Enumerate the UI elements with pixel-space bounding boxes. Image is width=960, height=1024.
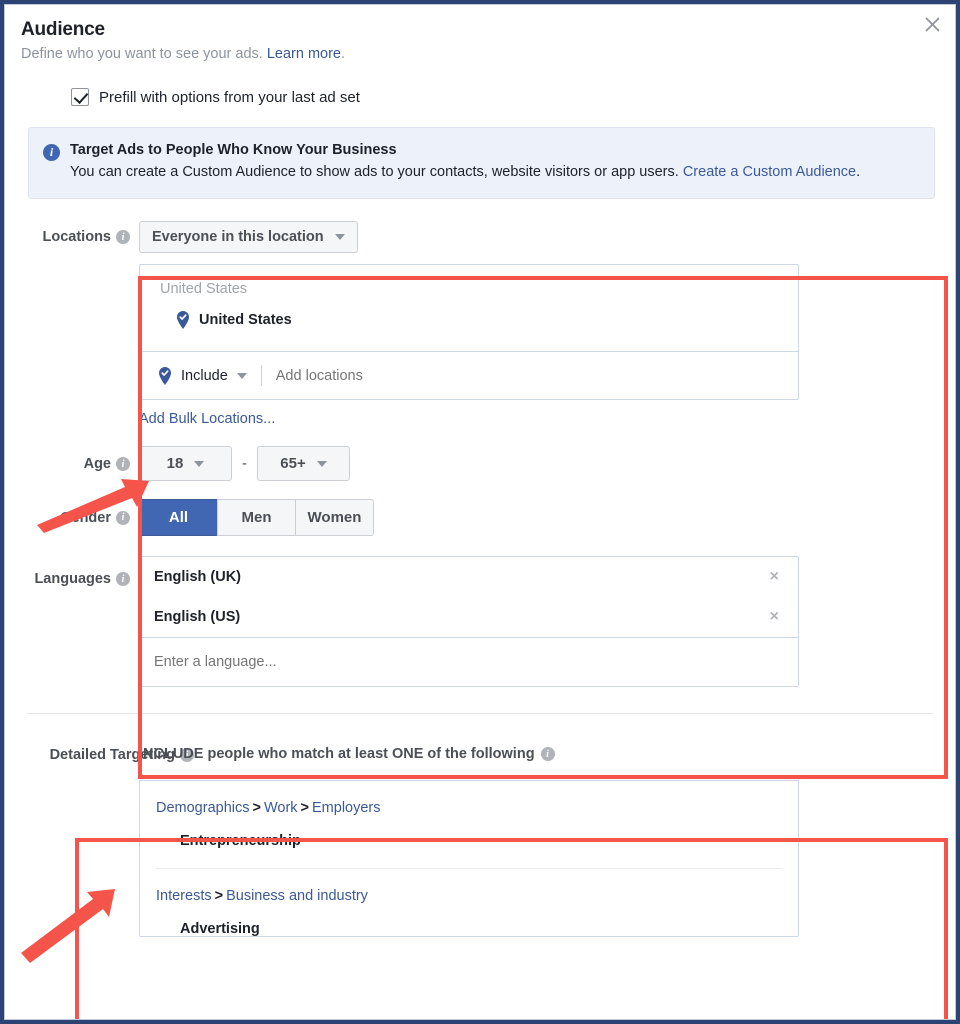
- languages-label-wrap: Languages i: [5, 556, 139, 602]
- age-max-dropdown[interactable]: 65+: [257, 446, 350, 482]
- callout-body-period: .: [856, 164, 861, 180]
- learn-more-link[interactable]: Learn more: [267, 46, 341, 62]
- callout-body: You can create a Custom Audience to show…: [70, 162, 860, 183]
- include-exclude-dropdown[interactable]: Include: [158, 366, 247, 385]
- add-locations-input[interactable]: [275, 367, 798, 384]
- detailed-targeting-instruction: INCLUDE people who match at least ONE of…: [139, 746, 535, 763]
- targeting-item-advertising[interactable]: Advertising: [140, 904, 798, 936]
- include-label: Include: [181, 367, 228, 384]
- chevron-down-icon: [236, 372, 247, 379]
- breadcrumb-link[interactable]: Interests: [156, 888, 212, 904]
- age-label-wrap: Age i: [5, 446, 139, 482]
- gender-option-all[interactable]: All: [139, 499, 218, 537]
- custom-audience-callout: i Target Ads to People Who Know Your Bus…: [28, 127, 935, 200]
- breadcrumb-separator: >: [300, 800, 310, 817]
- languages-box: English (UK) × English (US) ×: [139, 556, 799, 688]
- language-input[interactable]: [154, 654, 784, 671]
- detailed-targeting-instruction-row: INCLUDE people who match at least ONE of…: [139, 746, 799, 762]
- dialog-content: Audience Define who you want to see your…: [4, 4, 956, 1020]
- languages-field: Languages i English (UK) × English (US) …: [5, 556, 955, 688]
- close-icon[interactable]: [919, 11, 945, 37]
- chevron-down-icon: [194, 460, 205, 467]
- breadcrumb-link[interactable]: Work: [264, 800, 298, 816]
- gender-segmented-control: All Men Women: [139, 499, 374, 537]
- info-icon: i: [43, 144, 60, 161]
- locations-input-row: Include: [140, 351, 798, 399]
- age-field: Age i 18 - 65+: [5, 446, 955, 482]
- callout-body-text: You can create a Custom Audience to show…: [70, 164, 683, 180]
- breadcrumb-link[interactable]: Business and industry: [226, 888, 368, 904]
- breadcrumb-separator: >: [252, 800, 261, 817]
- gender-label: Gender: [60, 509, 111, 526]
- age-info-icon[interactable]: i: [116, 457, 130, 472]
- targeting-breadcrumb-interests: Interests > Business and industry: [140, 869, 798, 904]
- section-divider: [27, 713, 933, 715]
- add-bulk-locations-link[interactable]: Add Bulk Locations...: [139, 411, 275, 427]
- location-chip-label: United States: [199, 312, 292, 329]
- language-input-row: [140, 637, 798, 686]
- chevron-down-icon: [334, 234, 345, 241]
- prefill-label: Prefill with options from your last ad s…: [99, 88, 360, 106]
- age-min-value: 18: [166, 455, 184, 473]
- locations-label-wrap: Locations i: [5, 221, 139, 245]
- gender-field: Gender i All Men Women: [5, 499, 955, 537]
- location-chip-united-states[interactable]: United States: [140, 311, 798, 351]
- targeting-item-entrepreneurship[interactable]: Entrepreneurship: [140, 816, 798, 868]
- audience-form: Locations i Everyone in this location Un…: [5, 221, 955, 938]
- detailed-targeting-box: Demographics > Work > Employers Entrepreneur…: [139, 780, 799, 938]
- prefill-checkbox[interactable]: [71, 88, 89, 106]
- page-subtitle: Define who you want to see your ads. Lea…: [21, 46, 935, 62]
- map-pin-icon: [159, 366, 171, 385]
- locations-label: Locations: [42, 229, 111, 246]
- gender-info-icon[interactable]: i: [116, 510, 130, 525]
- dialog-window: Audience Define who you want to see your…: [0, 0, 960, 1024]
- locations-region-header: United States: [160, 281, 248, 298]
- subtitle-period: .: [341, 46, 346, 62]
- location-scope-dropdown[interactable]: Everyone in this location: [139, 221, 358, 254]
- languages-label: Languages: [34, 571, 111, 588]
- targeting-breadcrumb-demographics: Demographics > Work > Employers: [140, 781, 798, 816]
- prefill-checkbox-row[interactable]: Prefill with options from your last ad s…: [71, 88, 955, 106]
- chevron-down-icon: [316, 460, 327, 467]
- gender-option-men[interactable]: Men: [217, 499, 296, 537]
- locations-list-box: United States United States Include Add …: [139, 264, 799, 401]
- map-pin-icon: [177, 311, 189, 330]
- age-label: Age: [83, 456, 111, 473]
- gender-option-women[interactable]: Women: [295, 499, 374, 537]
- gender-label-wrap: Gender i: [5, 499, 139, 536]
- breadcrumb-separator: >: [214, 888, 224, 905]
- dialog-header: Audience Define who you want to see your…: [5, 5, 955, 62]
- language-chip-label: English (US): [154, 609, 241, 626]
- breadcrumb-link[interactable]: Demographics: [156, 800, 250, 816]
- callout-title: Target Ads to People Who Know Your Busin…: [70, 142, 397, 158]
- page-subtitle-text: Define who you want to see your ads.: [21, 46, 263, 62]
- page-title: Audience: [21, 19, 105, 40]
- instruction-info-icon[interactable]: i: [540, 747, 555, 762]
- age-range-separator: -: [242, 455, 247, 473]
- locations-field: Locations i Everyone in this location Un…: [5, 221, 955, 428]
- input-divider: [260, 365, 262, 387]
- age-max-value: 65+: [280, 455, 306, 473]
- remove-language-icon[interactable]: ×: [767, 569, 782, 585]
- language-chip-english-uk: English (UK) ×: [140, 557, 798, 597]
- breadcrumb-link[interactable]: Employers: [312, 800, 381, 816]
- age-min-dropdown[interactable]: 18: [139, 446, 232, 482]
- create-custom-audience-link[interactable]: Create a Custom Audience: [683, 164, 856, 180]
- languages-info-icon[interactable]: i: [116, 572, 130, 587]
- language-chip-english-us: English (US) ×: [140, 597, 798, 637]
- detailed-targeting-field: Detailed Targeting i INCLUDE people who …: [5, 746, 955, 938]
- location-scope-value: Everyone in this location: [152, 229, 324, 246]
- remove-language-icon[interactable]: ×: [767, 609, 782, 625]
- language-chip-label: English (UK): [154, 569, 241, 586]
- locations-info-icon[interactable]: i: [116, 230, 130, 245]
